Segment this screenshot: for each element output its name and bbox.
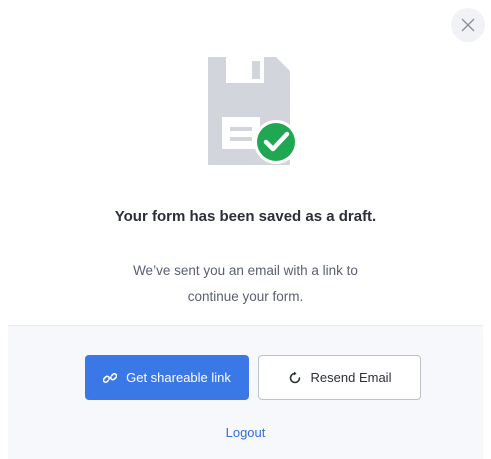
- saved-draft-illustration: [200, 55, 300, 170]
- refresh-icon: [288, 371, 302, 385]
- check-circle-icon: [254, 120, 298, 164]
- dialog-footer: Get shareable link Resend Email Logout: [8, 325, 483, 459]
- close-button[interactable]: [451, 8, 485, 42]
- dialog-message: We’ve sent you an email with a link to c…: [133, 263, 358, 304]
- close-icon: [461, 18, 475, 32]
- save-draft-dialog: Your form has been saved as a draft. We’…: [0, 0, 491, 459]
- resend-email-label: Resend Email: [310, 370, 392, 385]
- logout-link[interactable]: Logout: [8, 425, 483, 440]
- dialog-title: Your form has been saved as a draft.: [114, 208, 377, 225]
- get-shareable-link-label: Get shareable link: [126, 370, 231, 385]
- resend-email-button[interactable]: Resend Email: [258, 355, 421, 400]
- get-shareable-link-button[interactable]: Get shareable link: [85, 355, 249, 400]
- link-icon: [103, 371, 118, 385]
